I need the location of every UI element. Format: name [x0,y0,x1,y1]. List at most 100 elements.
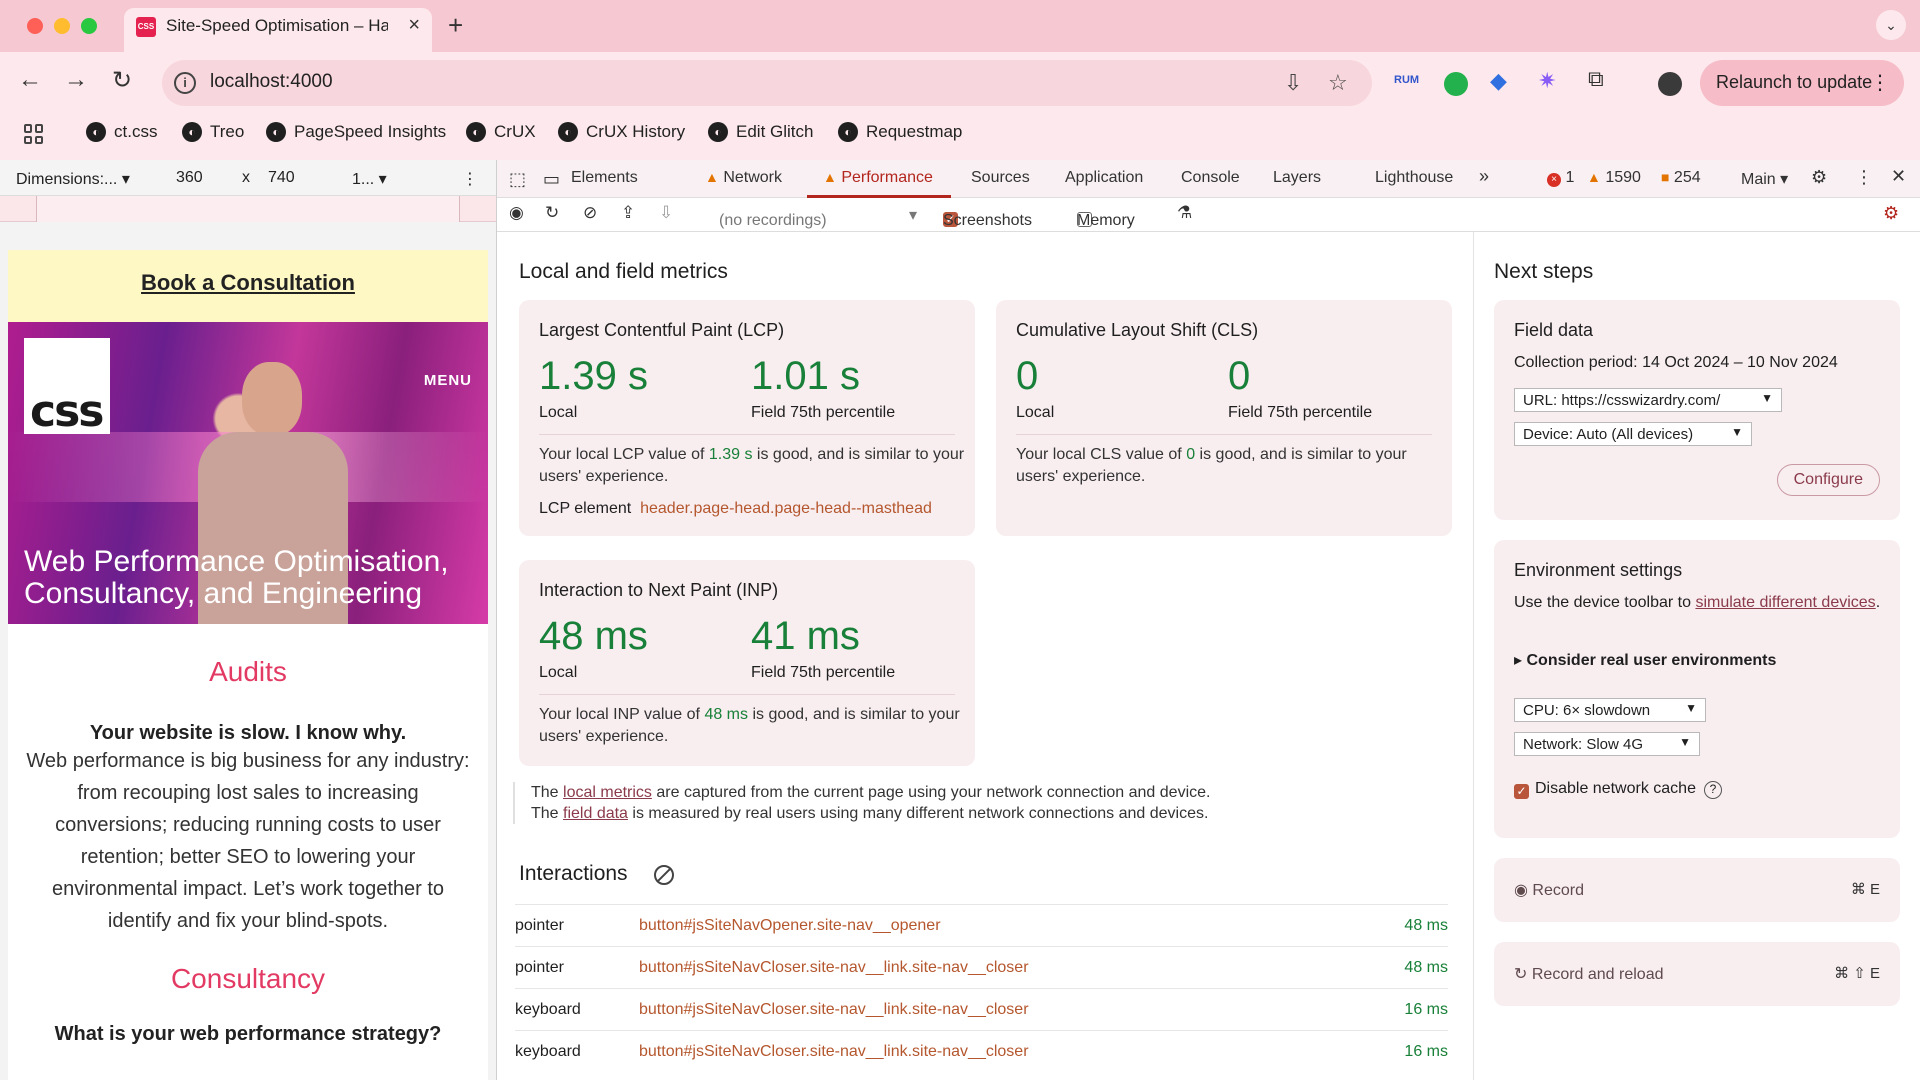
record-button[interactable]: ◉ Record [1514,880,1584,900]
browser-tab[interactable]: CSS Site-Speed Optimisation – Ha × [124,8,432,52]
inspect-element-icon[interactable]: ⬚ [509,169,526,190]
close-devtools-icon[interactable]: ✕ [1891,166,1906,187]
device-toolbar-menu-icon[interactable]: ⋮ [462,169,478,189]
url-text[interactable]: localhost:4000 [210,71,333,93]
tab-lighthouse[interactable]: Lighthouse [1375,169,1453,187]
menu-button[interactable]: MENU [424,372,472,389]
forward-button[interactable]: → [64,66,88,94]
new-tab-button[interactable]: + [448,10,463,41]
consider-real-user-toggle[interactable]: ▸ Consider real user environments [1514,650,1776,671]
bookmark-treo[interactable]: ◐ Treo [182,122,244,142]
tab-elements[interactable]: Elements [571,169,638,187]
record-reload-card[interactable]: ↻ Record and reload ⌘ ⇧ E [1494,942,1900,1006]
live-metrics-pane: Local and field metrics Largest Contentf… [497,232,1473,1080]
device-zoom-select[interactable]: 1... ▾ [352,169,387,189]
device-width-input[interactable]: 360 [176,169,203,187]
error-count[interactable]: × 1 [1547,169,1574,187]
record-and-reload-button[interactable]: ↻ Record and reload [1514,964,1664,984]
tab-application[interactable]: Application [1065,169,1143,187]
install-app-icon[interactable]: ⇩ [1284,70,1302,96]
url-select[interactable]: URL: https://csswizardry.com/▼ [1514,388,1782,412]
download-profile-icon[interactable]: ⇩ [659,203,673,223]
record-icon[interactable]: ◉ [509,203,524,223]
configure-button[interactable]: Configure [1776,464,1880,496]
field-data-link[interactable]: field data [563,805,628,822]
capture-settings-icon[interactable]: ⚙ [1883,203,1899,224]
address-bar[interactable]: i localhost:4000 ⇩ ☆ [162,60,1372,106]
apps-grid-icon[interactable] [24,124,44,144]
interactions-heading: Interactions [519,862,628,885]
issue-count[interactable]: ■ 254 [1661,169,1701,187]
css-wizardry-logo[interactable]: css [24,338,110,437]
network-throttling-select[interactable]: Network: Slow 4G ▼ [1514,732,1700,756]
site-info-icon[interactable]: i [174,72,196,94]
upload-profile-icon[interactable]: ⇪ [621,203,635,223]
tag-extension-icon[interactable]: ◆ [1490,68,1514,93]
simulate-devices-link[interactable]: simulate different devices [1695,594,1875,611]
green-extension-icon[interactable] [1444,72,1468,96]
clear-interactions-icon[interactable] [654,865,674,885]
bookmark-ct-css[interactable]: ◐ ct.css [86,122,157,142]
zoom-window-button[interactable] [81,18,97,34]
interaction-row[interactable]: keyboard button#jsSiteNavCloser.site-nav… [515,1030,1448,1072]
tab-close-icon[interactable]: × [408,14,420,37]
cls-card: Cumulative Layout Shift (CLS) 0 Local 0 … [996,300,1452,536]
tab-layers[interactable]: Layers [1273,169,1321,187]
interaction-target-link[interactable]: button#jsSiteNavCloser.site-nav__link.si… [639,959,1029,977]
tab-performance[interactable]: ▲ Performance [823,169,933,187]
field-data-title: Field data [1514,320,1594,340]
close-window-button[interactable] [27,18,43,34]
warning-count[interactable]: ▲ 1590 [1587,169,1641,187]
bookmark-edit-glitch[interactable]: ◐ Edit Glitch [708,122,813,142]
gear-extension-icon[interactable]: ✷ [1538,68,1562,93]
minimize-window-button[interactable] [54,18,70,34]
ruler-segment[interactable] [36,196,460,222]
tab-console[interactable]: Console [1181,169,1240,187]
warning-icon: ▲ [705,169,719,185]
device-height-input[interactable]: 740 [268,169,295,187]
profile-avatar[interactable] [1658,72,1682,96]
bookmark-crux[interactable]: ◐ CrUX [466,122,536,142]
tab-sources[interactable]: Sources [971,169,1030,187]
globe-icon: ◐ [838,122,858,142]
note-line-local: The local metrics are captured from the … [531,784,1211,801]
chevron-down-icon: ▼ [1685,701,1697,715]
bookmark-requestmap[interactable]: ◐ Requestmap [838,122,962,142]
bookmark-pagespeed[interactable]: ◐ PageSpeed Insights [266,122,446,142]
interaction-row[interactable]: pointer button#jsSiteNavOpener.site-nav_… [515,904,1448,946]
globe-icon: ◐ [708,122,728,142]
clear-icon[interactable]: ⊘ [583,203,597,223]
device-select[interactable]: Device: Auto (All devices) ▼ [1514,422,1752,446]
interaction-target-link[interactable]: button#jsSiteNavCloser.site-nav__link.si… [639,1001,1029,1019]
relaunch-button[interactable]: Relaunch to update ⋮ [1700,60,1904,106]
rum-extension-icon[interactable]: RUM [1394,74,1419,98]
local-metrics-link[interactable]: local metrics [563,784,652,801]
interaction-row[interactable]: keyboard button#jsSiteNavCloser.site-nav… [515,988,1448,1030]
record-card[interactable]: ◉ Record ⌘ E [1494,858,1900,922]
extensions-puzzle-icon[interactable]: ⧉ [1588,66,1612,91]
interaction-row[interactable]: pointer button#jsSiteNavCloser.site-nav_… [515,946,1448,988]
device-preset-select[interactable]: Dimensions:... ▾ [16,169,130,189]
interaction-target-link[interactable]: button#jsSiteNavCloser.site-nav__link.si… [639,1043,1029,1061]
interaction-target-link[interactable]: button#jsSiteNavOpener.site-nav__opener [639,917,941,935]
settings-gear-icon[interactable]: ⚙ [1811,167,1827,188]
menu-dots-icon[interactable]: ⋮ [1870,70,1890,95]
bookmark-star-icon[interactable]: ☆ [1328,70,1348,96]
devtools-menu-icon[interactable]: ⋮ [1855,167,1873,188]
help-icon[interactable]: ? [1703,781,1722,799]
reload-record-icon[interactable]: ↻ [545,203,559,223]
lcp-element-link[interactable]: header.page-head.page-head--masthead [640,500,932,517]
disable-cache-checkbox[interactable]: ✓ Disable network cache? [1514,778,1722,799]
more-tabs-button[interactable]: » [1479,166,1489,187]
cpu-throttling-select[interactable]: CPU: 6× slowdown ▼ [1514,698,1706,722]
back-button[interactable]: ← [18,66,42,94]
book-consultation-link[interactable]: Book a Consultation [8,250,488,322]
device-toggle-icon[interactable]: ▭ [543,169,560,190]
reload-button[interactable]: ↻ [112,66,132,95]
target-select[interactable]: Main ▾ [1741,169,1788,189]
garbage-collect-icon[interactable]: ⚗ [1177,203,1192,223]
chevron-down-icon: ▾ [909,207,918,224]
tab-network[interactable]: ▲ Network [705,169,782,187]
bookmark-crux-history[interactable]: ◐ CrUX History [558,122,685,142]
tab-search-button[interactable]: ⌄ [1876,10,1906,40]
